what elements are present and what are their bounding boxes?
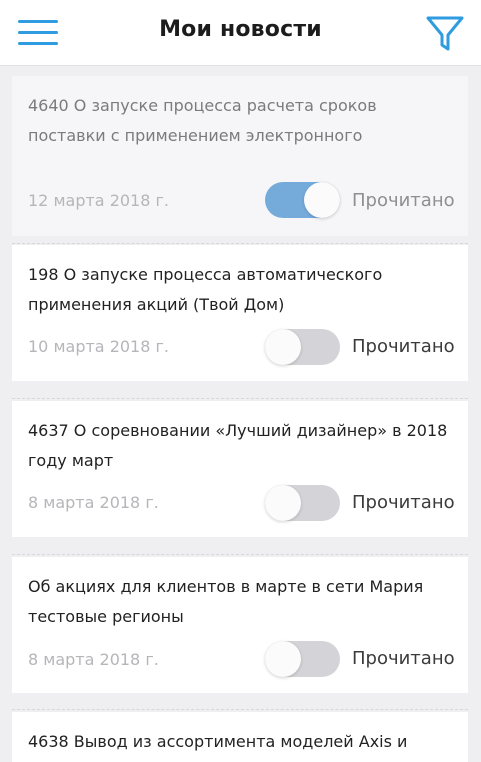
read-toggle[interactable] <box>265 329 340 365</box>
read-label: Прочитано <box>352 648 455 669</box>
read-toggle[interactable] <box>265 182 340 218</box>
toggle-knob <box>304 182 340 218</box>
read-toggle[interactable] <box>265 485 340 521</box>
app-screen: Мои новости 4640 О запуске процесса расч… <box>0 0 481 762</box>
news-title: 4640 О запуске процесса расчета сроков п… <box>28 96 377 145</box>
news-date: 12 марта 2018 г. <box>28 191 169 210</box>
card-divider <box>12 554 468 555</box>
read-label: Прочитано <box>352 492 455 513</box>
news-title: 4637 О соревновании «Лучший дизайнер» в … <box>28 421 448 470</box>
card-divider <box>12 398 468 399</box>
news-card[interactable]: 198 О запуске процесса автоматического п… <box>12 245 468 381</box>
toggle-knob <box>265 641 301 677</box>
page-title: Мои новости <box>159 17 322 42</box>
toggle-knob <box>265 485 301 521</box>
news-title: Об акциях для клиентов в марте в сети Ма… <box>28 577 424 626</box>
news-title: 198 О запуске процесса автоматического п… <box>28 265 383 314</box>
news-title: 4638 Вывод из ассортимента моделей Axis … <box>28 732 408 751</box>
news-date: 8 марта 2018 г. <box>28 493 159 512</box>
card-divider <box>12 709 468 710</box>
filter-funnel-icon[interactable] <box>424 14 466 54</box>
news-date: 10 марта 2018 г. <box>28 337 169 356</box>
read-label: Прочитано <box>352 190 455 211</box>
news-card[interactable]: Об акциях для клиентов в марте в сети Ма… <box>12 557 468 693</box>
read-label: Прочитано <box>352 336 455 357</box>
toggle-knob <box>265 329 301 365</box>
read-toggle[interactable] <box>265 641 340 677</box>
top-bar: Мои новости <box>0 0 481 66</box>
news-card[interactable]: 4640 О запуске процесса расчета сроков п… <box>12 76 468 236</box>
card-divider <box>12 243 468 244</box>
news-card[interactable]: 4638 Вывод из ассортимента моделей Axis … <box>12 712 468 762</box>
news-date: 8 марта 2018 г. <box>28 650 159 669</box>
news-feed: 4640 О запуске процесса расчета сроков п… <box>0 66 481 762</box>
news-card[interactable]: 4637 О соревновании «Лучший дизайнер» в … <box>12 401 468 537</box>
